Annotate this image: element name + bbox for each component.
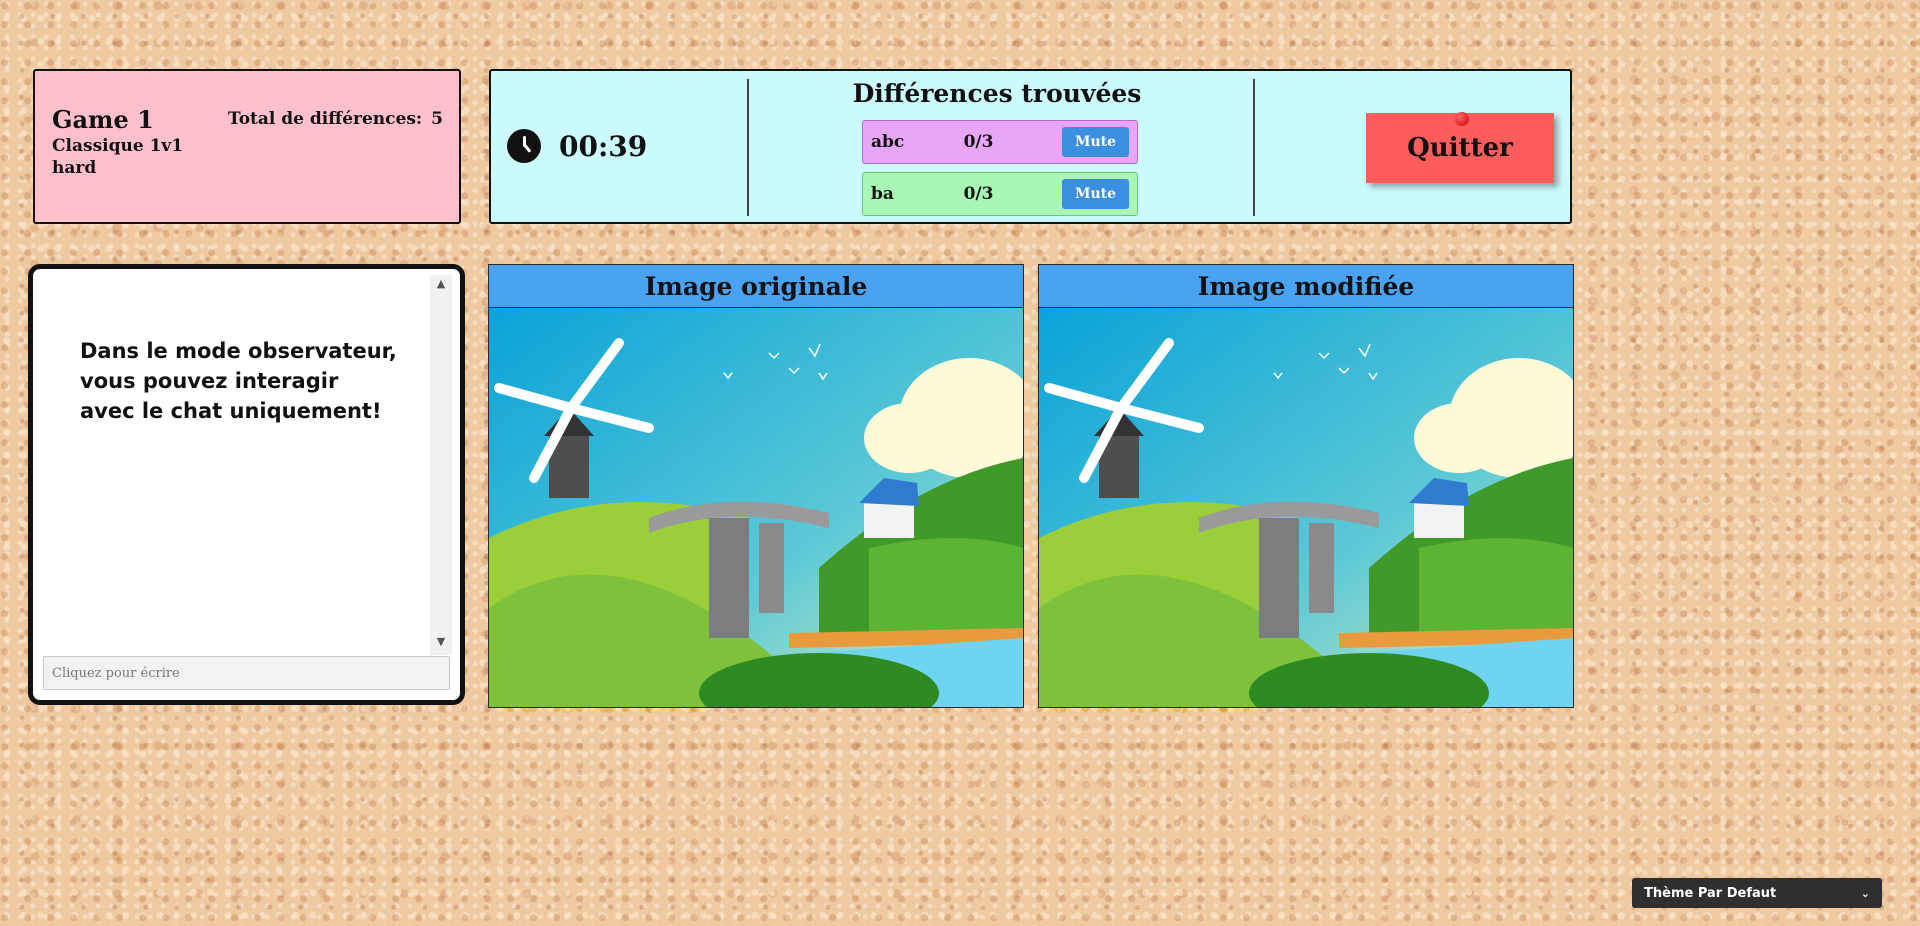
- total-differences: Total de différences: 5: [228, 109, 443, 129]
- player-name: ba: [871, 184, 894, 204]
- observer-chat-notice: Dans le mode observateur, vous pouvez in…: [80, 339, 397, 423]
- mute-button[interactable]: Mute: [1062, 127, 1129, 157]
- chat-input[interactable]: [43, 656, 450, 690]
- player-name: abc: [871, 132, 905, 152]
- original-image-panel: Image originale: [488, 264, 1024, 708]
- player-row-ba: ba 0/3 Mute: [862, 172, 1138, 216]
- player-score: 0/3: [963, 132, 994, 152]
- game-status-bar: 00:39 Différences trouvées abc 0/3 Mute …: [489, 69, 1572, 224]
- total-differences-label: Total de différences:: [228, 109, 423, 129]
- player-row-abc: abc 0/3 Mute: [862, 120, 1138, 164]
- theme-select[interactable]: Thème Par Defaut ⌄: [1632, 878, 1882, 908]
- differences-found-title: Différences trouvées: [852, 79, 1142, 108]
- divider: [1253, 79, 1255, 216]
- total-differences-value: 5: [431, 109, 443, 129]
- clock-icon: [507, 129, 541, 163]
- scroll-up-arrow-icon[interactable]: ▲: [430, 277, 452, 295]
- quit-button-label: Quitter: [1407, 133, 1513, 163]
- modified-image-panel: Image modifiée: [1038, 264, 1574, 708]
- chevron-down-icon: ⌄: [1860, 886, 1870, 900]
- chat-scrollbar[interactable]: ▲ ▼: [430, 275, 452, 655]
- timer: 00:39: [507, 129, 647, 163]
- game-mode: Classique 1v1: [52, 136, 184, 156]
- original-image[interactable]: [489, 308, 1023, 707]
- scroll-down-arrow-icon[interactable]: ▼: [430, 635, 452, 653]
- player-score: 0/3: [963, 184, 994, 204]
- game-difficulty: hard: [52, 158, 97, 178]
- original-image-title: Image originale: [489, 265, 1023, 308]
- quit-button[interactable]: Quitter: [1366, 112, 1554, 183]
- pushpin-icon: [1455, 112, 1469, 126]
- chat-panel: Dans le mode observateur, vous pouvez in…: [28, 264, 465, 705]
- theme-select-value: Thème Par Defaut: [1644, 885, 1777, 901]
- mute-button[interactable]: Mute: [1062, 179, 1129, 209]
- timer-value: 00:39: [559, 129, 648, 163]
- modified-image-title: Image modifiée: [1039, 265, 1573, 308]
- game-info-panel: Game 1 Classique 1v1 hard Total de diffé…: [33, 69, 461, 224]
- modified-image[interactable]: [1039, 308, 1573, 707]
